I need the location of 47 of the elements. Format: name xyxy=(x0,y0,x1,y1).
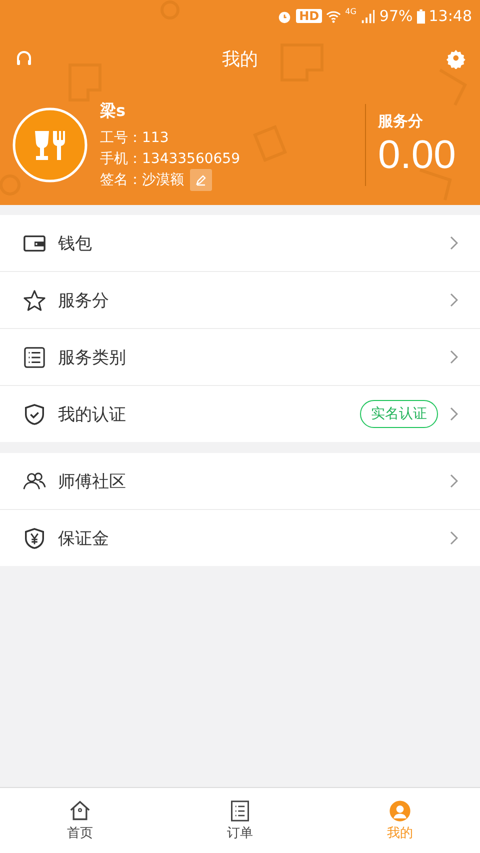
clock-time: 13:48 xyxy=(428,7,472,25)
people-icon xyxy=(23,470,46,492)
tab-item[interactable]: 订单 xyxy=(195,788,285,853)
score-label: 服务分 xyxy=(378,112,424,130)
avatar[interactable] xyxy=(12,107,88,183)
chevron-icon xyxy=(450,350,458,364)
menu-item[interactable]: 钱包 xyxy=(0,215,480,272)
menu-label: 服务类别 xyxy=(58,346,127,368)
verification-badge: 实名认证 xyxy=(360,400,438,428)
menu-item[interactable]: 保证金 xyxy=(0,510,480,566)
menu-label: 保证金 xyxy=(58,528,110,550)
list-icon xyxy=(23,346,46,368)
hd-indicator: HD xyxy=(296,9,322,23)
menu-label: 服务分 xyxy=(58,290,110,312)
menu-item[interactable]: 师傅社区 xyxy=(0,453,480,510)
score-value: 0.00 xyxy=(378,132,457,178)
menu-item[interactable]: 我的认证 实名认证 xyxy=(0,386,480,442)
page-title: 我的 xyxy=(222,48,258,70)
tab-item[interactable]: 首页 xyxy=(35,788,125,853)
profile-field: 签名：沙漠额 xyxy=(100,171,184,189)
menu-label: 钱包 xyxy=(58,232,93,254)
home-icon xyxy=(69,800,91,822)
chevron-icon xyxy=(450,293,458,307)
menu-item[interactable]: 服务类别 xyxy=(0,329,480,386)
menu-label: 师傅社区 xyxy=(58,470,127,492)
shield-check-icon xyxy=(23,402,46,426)
profile-field: 工号：113 xyxy=(100,129,169,147)
edit-button[interactable] xyxy=(190,169,212,191)
battery-icon xyxy=(416,8,425,24)
chevron-icon xyxy=(450,474,458,488)
menu-item[interactable]: 服务分 xyxy=(0,272,480,329)
user-icon xyxy=(389,800,411,822)
settings-icon[interactable] xyxy=(446,48,466,68)
profile-field: 手机：13433560659 xyxy=(100,150,240,168)
wifi-icon xyxy=(326,8,342,24)
user-name: 梁s xyxy=(100,100,127,122)
chevron-icon xyxy=(450,531,458,545)
document-icon xyxy=(229,800,251,822)
signal-icon xyxy=(360,8,376,24)
star-icon xyxy=(23,288,46,312)
chevron-icon xyxy=(450,236,458,250)
chevron-icon xyxy=(450,407,458,421)
battery-percent: 97% xyxy=(379,7,413,25)
menu-label: 我的认证 xyxy=(58,404,127,426)
pencil-icon xyxy=(195,174,207,186)
network-type: 4G xyxy=(345,7,356,16)
shield-yen-icon xyxy=(23,526,46,550)
